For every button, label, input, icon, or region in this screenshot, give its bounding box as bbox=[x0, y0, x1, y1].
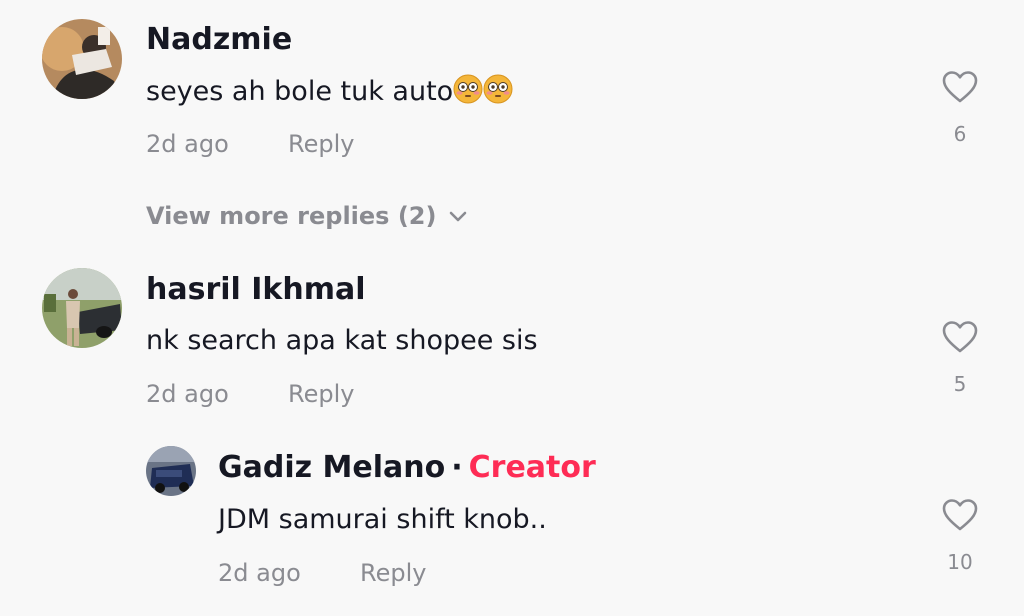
avatar[interactable] bbox=[42, 19, 122, 99]
like-button[interactable]: 5 bbox=[930, 320, 990, 396]
avatar[interactable] bbox=[42, 268, 122, 348]
reply-username-line: Gadiz Melano · Creator bbox=[218, 450, 596, 485]
avatar[interactable] bbox=[146, 446, 196, 496]
creator-badge: Creator bbox=[468, 450, 596, 485]
chevron-down-icon bbox=[450, 211, 467, 222]
reply-button[interactable]: Reply bbox=[360, 559, 426, 587]
view-more-replies-label: View more replies (2) bbox=[146, 202, 437, 230]
like-button[interactable]: 6 bbox=[930, 70, 990, 146]
reply-button[interactable]: Reply bbox=[288, 380, 354, 408]
comment-username[interactable]: hasril Ikhmal bbox=[146, 272, 366, 307]
like-count: 6 bbox=[953, 122, 967, 146]
comment-text: seyes ah bole tuk auto bbox=[146, 74, 513, 107]
like-button[interactable]: 10 bbox=[930, 498, 990, 574]
separator-dot: · bbox=[451, 450, 463, 485]
heart-outline-icon bbox=[942, 321, 978, 353]
comment-username[interactable]: Nadzmie bbox=[146, 22, 292, 57]
reply-timestamp: 2d ago bbox=[218, 559, 301, 587]
comment-text: nk search apa kat shopee sis bbox=[146, 325, 538, 356]
reply-text: JDM samurai shift knob.. bbox=[218, 504, 547, 535]
heart-outline-icon bbox=[942, 71, 978, 103]
like-count: 5 bbox=[953, 372, 967, 396]
comment-timestamp: 2d ago bbox=[146, 130, 229, 158]
comment-timestamp: 2d ago bbox=[146, 380, 229, 408]
flushed-face-emoji bbox=[453, 74, 483, 104]
like-count: 10 bbox=[947, 550, 973, 574]
comment-text-body: seyes ah bole tuk auto bbox=[146, 76, 454, 107]
flushed-face-emoji bbox=[483, 74, 513, 104]
reply-username[interactable]: Gadiz Melano bbox=[218, 450, 445, 485]
reply-button[interactable]: Reply bbox=[288, 130, 354, 158]
view-more-replies-button[interactable]: View more replies (2) bbox=[146, 202, 468, 230]
heart-outline-icon bbox=[942, 499, 978, 531]
